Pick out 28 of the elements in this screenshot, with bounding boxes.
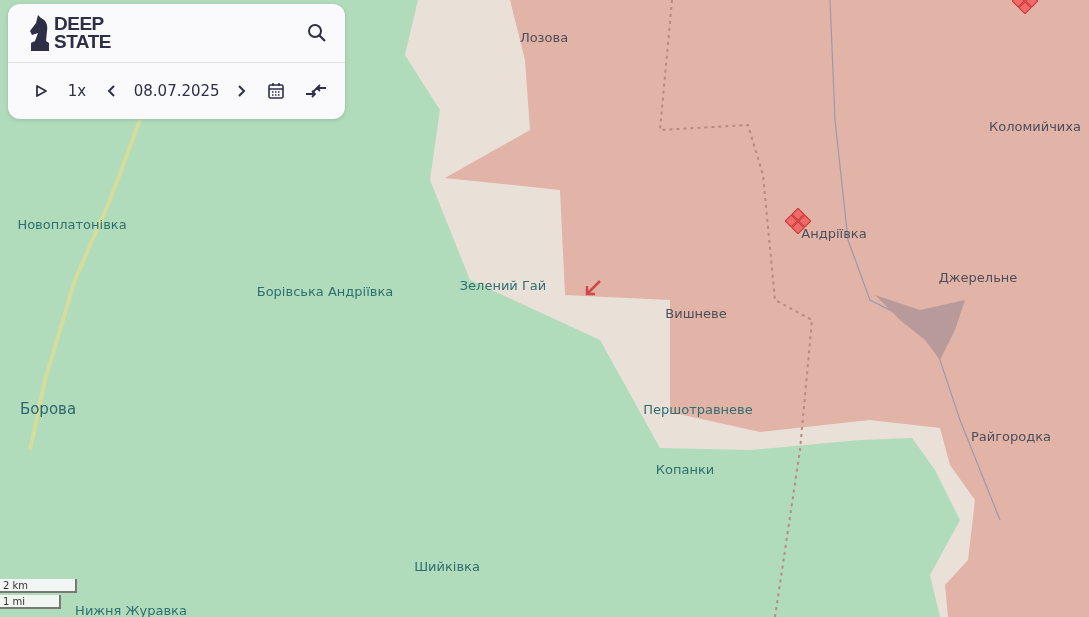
place-label: Нижня Журавка [75,602,187,617]
map[interactable]: Лозова Коломийчиха Новоплатонівка Андріївка Джерельне Борівська Андріївка Зелений Гай Вишневе Борова Першотравневе Райгородка Копанки Шийківка Нижня Журавка 2 km 1 mi DEEP STATE 1x 08.07.2025 [0,0,1089,617]
date-text: 08.07.2025 [133,82,220,100]
place-label: Копанки [655,461,715,477]
place-label: Першотравневе [643,401,753,417]
knight-icon [30,15,50,51]
place-label: Зелений Гай [459,277,547,293]
place-label: Джерельне [938,269,1018,285]
search-icon [307,23,327,43]
place-label: Райгородка [970,428,1052,444]
place-label: Шийківка [414,558,480,574]
arrows-inward-icon [305,82,327,100]
play-icon [34,84,48,98]
calendar-icon [267,82,286,100]
place-label: Вишневе [665,305,727,321]
place-label: Андріївка [801,225,867,241]
chevron-left-icon [106,84,118,98]
place-label: Лозова [519,29,569,45]
place-label: Борівська Андріївка [256,283,394,299]
chevron-right-icon [235,84,248,98]
scale-bar: 2 km [0,579,77,593]
scale-bar: 1 mi [0,595,61,609]
place-label: Коломийчиха [989,118,1081,134]
place-label: Новоплатонівка [17,216,127,232]
place-label: Борова [19,400,77,418]
speed-button[interactable]: 1x [63,78,91,104]
logo-text: DEEP STATE [54,15,111,51]
arrow-icon[interactable] [583,278,603,298]
